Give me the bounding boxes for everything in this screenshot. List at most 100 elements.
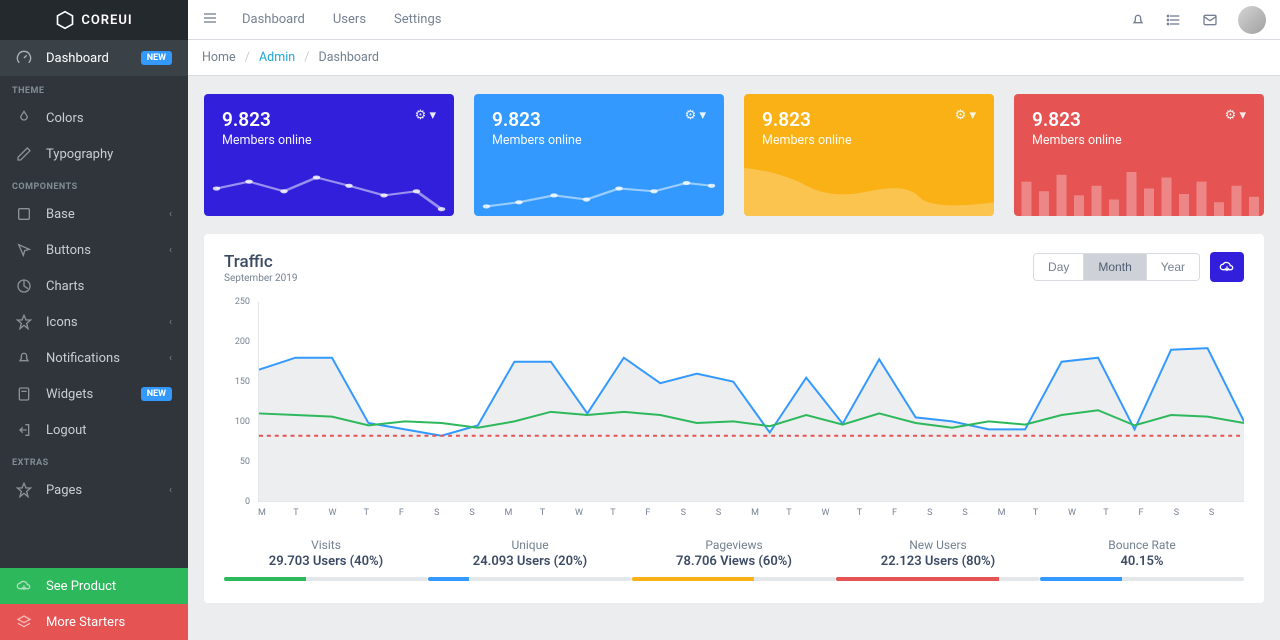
brand[interactable]: COREUI [0,0,188,40]
traffic-stat: Unique 24.093 Users (20%) [428,538,632,581]
stat-value: 9.823 [222,108,436,131]
breadcrumb-home: Home [202,50,236,65]
brand-text: COREUI [81,13,132,28]
chevron-left-icon: ‹ [169,353,172,364]
sidebar-item-label: Colors [46,111,84,126]
sidebar-item-widgets[interactable]: Widgets NEW [0,376,188,412]
badge-new: NEW [141,51,172,65]
gear-icon[interactable]: ⚙ ▾ [955,108,976,123]
range-toggle: Day Month Year [1033,253,1200,281]
tstat-value: 22.123 Users (80%) [836,554,1040,569]
tstat-value: 29.703 Users (40%) [224,554,428,569]
sidebar-item-buttons[interactable]: Buttons ‹ [0,232,188,268]
menu-toggle-icon[interactable] [202,10,218,30]
star-icon [16,314,32,330]
sidebar-item-typography[interactable]: Typography [0,136,188,172]
breadcrumb: Home / Admin / Dashboard [188,40,1280,76]
topnav-settings[interactable]: Settings [394,12,441,27]
traffic-subtitle: September 2019 [224,273,297,284]
topnav: Dashboard Users Settings [188,0,1280,40]
sidebar-item-more-starters[interactable]: More Starters [0,604,188,640]
envelope-icon[interactable] [1202,12,1218,28]
stat-label: Members online [492,133,706,148]
sidebar-item-label: Pages [46,483,82,498]
breadcrumb-current: Dashboard [319,50,379,65]
cursor-icon [16,242,32,258]
traffic-card: Traffic September 2019 Day Month Year [204,234,1264,603]
cloud-download-icon [16,578,32,594]
sparkline-area [744,161,994,216]
sidebar-item-label: Typography [46,147,113,162]
sidebar-item-label: Buttons [46,243,91,258]
sidebar-item-logout[interactable]: Logout [0,412,188,448]
stat-value: 9.823 [492,108,706,131]
tstat-label: Visits [224,538,428,552]
stat-label: Members online [762,133,976,148]
sidebar-item-charts[interactable]: Charts [0,268,188,304]
chevron-left-icon: ‹ [169,245,172,256]
cloud-download-icon [1219,259,1235,275]
gear-icon[interactable]: ⚙ ▾ [415,108,436,123]
sidebar-item-icons[interactable]: Icons‹ [0,304,188,340]
drop-icon [16,110,32,126]
traffic-chart: 050100150200250 MTWTFSSMTWTFSSMTWTFSSMTW… [224,302,1244,502]
list-icon[interactable] [1166,12,1182,28]
traffic-stat: Bounce Rate 40.15% [1040,538,1244,581]
stat-row: ⚙ ▾ 9.823 Members online ⚙ ▾ 9.823 Membe… [204,94,1264,216]
speedometer-icon [16,50,32,66]
chevron-left-icon: ‹ [169,209,172,220]
range-day[interactable]: Day [1034,254,1083,280]
avatar[interactable] [1238,6,1266,34]
puzzle-icon [16,206,32,222]
download-button[interactable] [1210,252,1244,282]
sidebar-item-see-product[interactable]: See Product [0,568,188,604]
stat-value: 9.823 [1032,108,1246,131]
tstat-value: 24.093 Users (20%) [428,554,632,569]
topnav-dashboard[interactable]: Dashboard [242,12,305,27]
sidebar-item-label: Charts [46,279,84,294]
sidebar-item-pages[interactable]: Pages ‹ [0,472,188,508]
sidebar-item-label: Logout [46,423,87,438]
sparkline [204,161,454,216]
sidebar-item-label: Widgets [46,387,93,402]
logout-icon [16,422,32,438]
sidebar-item-label: Notifications [46,351,120,366]
stat-value: 9.823 [762,108,976,131]
bell-icon[interactable] [1130,12,1146,28]
stat-card-info: ⚙ ▾ 9.823 Members online [474,94,724,216]
chart-icon [16,278,32,294]
stat-card-warning: ⚙ ▾ 9.823 Members online [744,94,994,216]
sidebar-item-dashboard[interactable]: Dashboard NEW [0,40,188,76]
tstat-label: Pageviews [632,538,836,552]
nav-title-theme: THEME [0,76,188,100]
sidebar-item-label: See Product [46,579,116,594]
sidebar-item-base[interactable]: Base ‹ [0,196,188,232]
sidebar-item-notifications[interactable]: Notifications ‹ [0,340,188,376]
tstat-label: Unique [428,538,632,552]
topnav-users[interactable]: Users [333,12,366,27]
traffic-stat: New Users 22.123 Users (80%) [836,538,1040,581]
tstat-value: 40.15% [1040,554,1244,569]
sparkline [474,161,724,216]
tstat-label: Bounce Rate [1040,538,1244,552]
chevron-left-icon: ‹ [169,317,172,328]
gear-icon[interactable]: ⚙ ▾ [1225,108,1246,123]
range-year[interactable]: Year [1146,254,1199,280]
tstat-label: New Users [836,538,1040,552]
gear-icon[interactable]: ⚙ ▾ [685,108,706,123]
sidebar-item-colors[interactable]: Colors [0,100,188,136]
stat-card-primary: ⚙ ▾ 9.823 Members online [204,94,454,216]
layers-icon [16,614,32,630]
chevron-left-icon: ‹ [169,485,172,496]
sidebar-item-label: More Starters [46,615,125,630]
logo-icon [55,10,75,30]
sparkline-bars [1014,161,1264,216]
badge-new: NEW [141,387,172,401]
breadcrumb-admin[interactable]: Admin [259,50,295,65]
sidebar-item-label: Base [46,207,75,222]
range-month[interactable]: Month [1083,254,1145,280]
stat-label: Members online [1032,133,1246,148]
nav-title-components: COMPONENTS [0,172,188,196]
pencil-icon [16,146,32,162]
traffic-title: Traffic [224,252,297,272]
